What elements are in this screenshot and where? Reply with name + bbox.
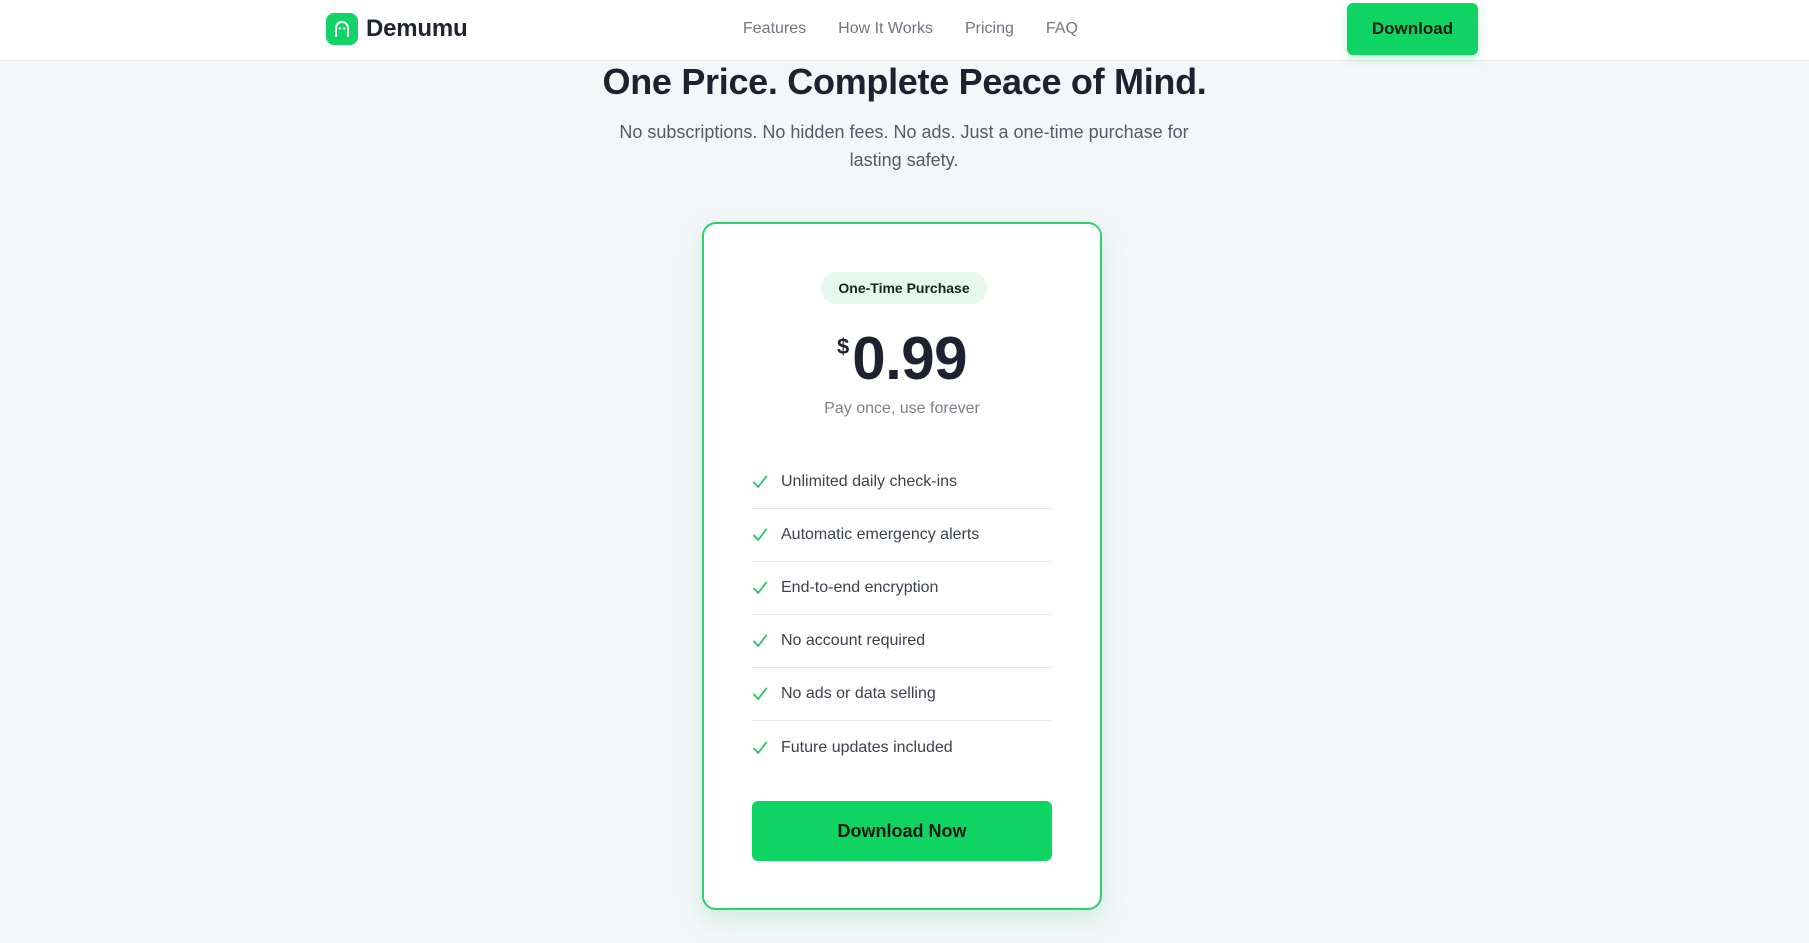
price: $ 0.99 (704, 324, 1100, 393)
site-header: Demumu Features How It Works Pricing FAQ… (0, 0, 1809, 61)
download-now-button[interactable]: Download Now (752, 801, 1052, 861)
feature-item: No ads or data selling (752, 668, 1052, 721)
pricing-card: One-Time Purchase $ 0.99 Pay once, use f… (702, 222, 1102, 910)
feature-item: Automatic emergency alerts (752, 509, 1052, 562)
header-download-button[interactable]: Download (1347, 3, 1478, 55)
feature-label: End-to-end encryption (781, 579, 939, 596)
feature-label: Unlimited daily check-ins (781, 473, 958, 490)
price-note: Pay once, use forever (824, 400, 980, 417)
brand-name: Demumu (366, 15, 468, 42)
brand-link[interactable]: Demumu (326, 13, 468, 45)
check-icon (753, 741, 768, 754)
nav-link-features[interactable]: Features (743, 20, 806, 38)
feature-label: No ads or data selling (781, 685, 936, 702)
nav-link-faq[interactable]: FAQ (1046, 20, 1078, 38)
hero-title: One Price. Complete Peace of Mind. (602, 61, 1207, 102)
feature-item: Unlimited daily check-ins (752, 456, 1052, 509)
check-icon (753, 528, 768, 541)
hero-subtitle: No subscriptions. No hidden fees. No ads… (619, 122, 1189, 170)
feature-item: No account required (752, 615, 1052, 668)
check-icon (753, 581, 768, 594)
feature-list: Unlimited daily check-ins Automatic emer… (752, 456, 1052, 774)
check-icon (753, 475, 768, 488)
main-nav: Features How It Works Pricing FAQ (743, 20, 1078, 38)
price-amount: 0.99 (852, 325, 968, 392)
nav-link-pricing[interactable]: Pricing (965, 20, 1014, 38)
feature-item: End-to-end encryption (752, 562, 1052, 615)
feature-label: No account required (781, 632, 926, 649)
price-currency: $ (836, 334, 850, 359)
feature-label: Future updates included (781, 738, 953, 756)
check-icon (753, 687, 768, 700)
check-icon (753, 634, 768, 647)
one-time-badge: One-Time Purchase (821, 272, 987, 304)
ghost-icon (326, 13, 358, 45)
feature-item: Future updates included (752, 721, 1052, 774)
feature-label: Automatic emergency alerts (781, 526, 980, 543)
nav-link-how-it-works[interactable]: How It Works (838, 20, 933, 38)
